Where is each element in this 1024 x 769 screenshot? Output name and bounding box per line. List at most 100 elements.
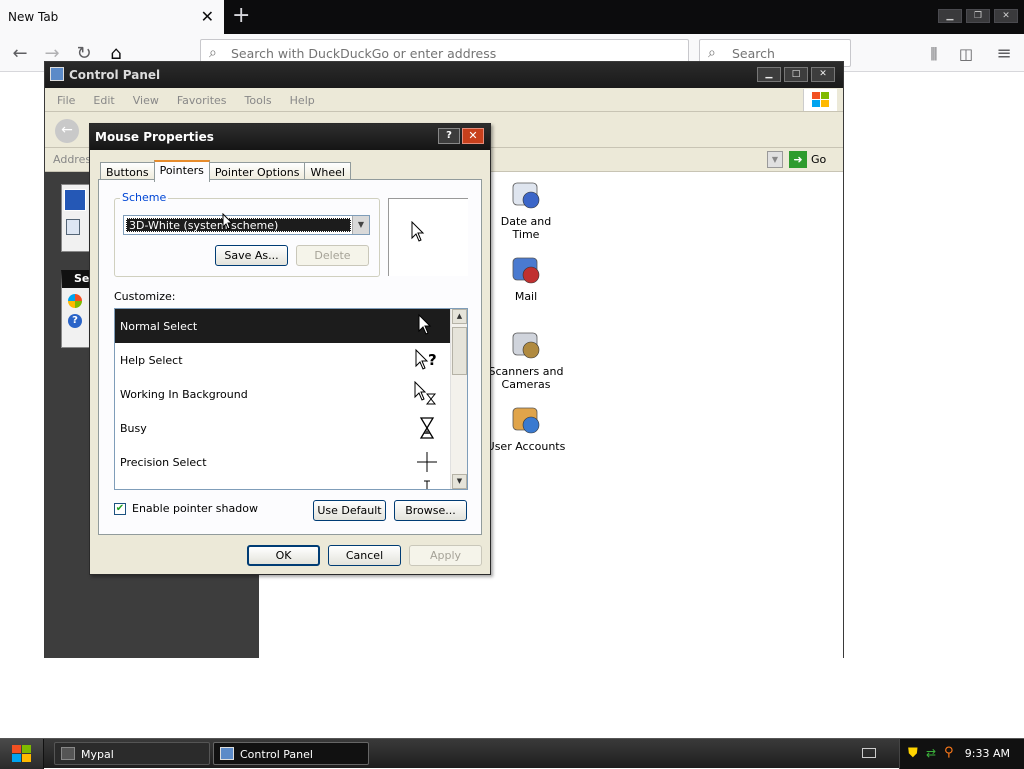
control-panel-item-label: Date and Time <box>500 215 552 241</box>
address-dropdown-icon[interactable]: ▼ <box>767 151 783 168</box>
menu-edit[interactable]: Edit <box>93 94 114 111</box>
save-as-button[interactable]: Save As... <box>215 245 288 266</box>
scroll-thumb[interactable] <box>452 327 467 375</box>
scheme-select[interactable]: 3D-White (system scheme) ▼ <box>123 215 370 235</box>
menu-tools[interactable]: Tools <box>245 94 272 111</box>
back-icon[interactable]: ← <box>6 40 34 68</box>
cursor-row-precision-select[interactable]: Precision Select <box>115 445 450 479</box>
cursor-row-busy[interactable]: Busy <box>115 411 450 445</box>
mail-icon <box>512 257 540 284</box>
taskbar: Mypal Control Panel ⛊ ⇄ ⚲ 9:33 AM <box>0 738 1024 769</box>
customize-label: Customize: <box>114 290 176 303</box>
control-panel-icon <box>220 747 234 760</box>
control-panel-titlebar[interactable]: Control Panel ▁ □ ✕ <box>45 62 843 88</box>
ok-button[interactable]: OK <box>247 545 320 566</box>
cursor-row-partial <box>115 479 450 489</box>
windows-logo-icon <box>803 89 837 111</box>
new-tab-icon[interactable]: + <box>232 3 250 28</box>
system-tray: ⛊ ⇄ ⚲ 9:33 AM <box>899 739 1024 769</box>
help-icon[interactable]: ? <box>68 314 82 328</box>
menu-view[interactable]: View <box>133 94 159 111</box>
working-background-cursor-icon <box>414 381 437 405</box>
pointer-shadow-checkbox[interactable]: ✔ <box>114 502 126 515</box>
hourglass-icon <box>419 417 435 439</box>
taskbar-item-mypal[interactable]: Mypal <box>54 742 210 765</box>
search-icon: ⌕ <box>209 45 217 61</box>
cancel-button[interactable]: Cancel <box>328 545 401 566</box>
control-panel-item[interactable]: Mail <box>486 253 566 303</box>
cursor-row-working-in-background[interactable]: Working In Background <box>115 377 450 411</box>
go-label: Go <box>811 153 827 166</box>
tab-pointers[interactable]: Pointers <box>153 160 210 182</box>
mouse-properties-titlebar[interactable]: Mouse Properties ? ✕ <box>90 124 490 150</box>
see-also-header: Se <box>74 272 90 285</box>
close-icon[interactable]: ✕ <box>462 128 484 144</box>
minimize-icon[interactable]: ▁ <box>757 67 781 82</box>
pointer-shadow-label: Enable pointer shadow <box>132 502 258 515</box>
taskbar-item-control-panel[interactable]: Control Panel <box>213 742 369 765</box>
keyboard-tray-icon[interactable] <box>862 748 876 758</box>
cursor-list: Normal Select Help Select ? Working In B… <box>114 308 468 490</box>
network-icon[interactable]: ⇄ <box>926 746 936 760</box>
control-panel-item-label: Mail <box>514 290 538 303</box>
cursor-row-label: Normal Select <box>120 320 198 333</box>
scroll-down-icon[interactable]: ▼ <box>452 474 467 489</box>
delete-button[interactable]: Delete <box>296 245 369 266</box>
scanners-cameras-icon <box>512 332 540 359</box>
help-icon[interactable]: ? <box>438 128 460 144</box>
task-pane-box <box>61 184 91 252</box>
help-cursor-icon: ? <box>415 348 437 370</box>
windows-logo-icon <box>12 745 31 762</box>
svg-text:?: ? <box>428 351 437 369</box>
control-panel-item[interactable]: Scanners and Cameras <box>486 328 566 391</box>
scheme-value: 3D-White (system scheme) <box>126 218 351 232</box>
arrow-cursor-icon <box>411 221 425 242</box>
mouse-pointer-icon <box>222 213 234 230</box>
go-button[interactable]: ➜ Go <box>789 151 826 168</box>
menu-file[interactable]: File <box>57 94 75 111</box>
taskbar-item-label: Mypal <box>81 748 114 761</box>
security-shield-icon[interactable]: ⛊ <box>908 746 918 761</box>
control-panel-icon <box>50 67 64 81</box>
cursor-row-label: Help Select <box>120 354 183 367</box>
windows-update-icon[interactable] <box>68 294 82 308</box>
search-tray-icon[interactable]: ⚲ <box>944 745 954 760</box>
browse-button[interactable]: Browse... <box>394 500 467 521</box>
crosshair-icon <box>417 452 437 472</box>
menu-bar: File Edit View Favorites Tools Help <box>45 88 843 112</box>
menu-favorites[interactable]: Favorites <box>177 94 227 111</box>
menu-help[interactable]: Help <box>290 94 315 111</box>
close-tab-icon[interactable]: ✕ <box>201 7 214 26</box>
enable-pointer-shadow[interactable]: ✔ Enable pointer shadow <box>114 502 258 515</box>
browser-tab-title: New Tab <box>8 10 59 24</box>
back-button-icon[interactable]: ← <box>55 119 79 143</box>
use-default-button[interactable]: Use Default <box>313 500 386 521</box>
browser-tab[interactable]: New Tab ✕ <box>0 0 224 34</box>
address-label: Addres <box>53 153 92 166</box>
maximize-icon[interactable]: □ <box>784 67 808 82</box>
apply-button[interactable]: Apply <box>409 545 482 566</box>
sidebar-icon[interactable]: ◫ <box>952 40 980 68</box>
cursor-row-help-select[interactable]: Help Select ? <box>115 343 450 377</box>
pointer-preview <box>388 198 468 276</box>
close-icon[interactable]: ✕ <box>994 9 1018 23</box>
scheme-label: Scheme <box>120 191 169 204</box>
control-panel-item[interactable]: Date and Time <box>486 178 566 241</box>
scroll-up-icon[interactable]: ▲ <box>452 309 467 324</box>
close-icon[interactable]: ✕ <box>811 67 835 82</box>
user-accounts-icon <box>512 407 540 434</box>
minimize-icon[interactable]: ▁ <box>938 9 962 23</box>
cursor-row-normal-select[interactable]: Normal Select <box>115 309 450 343</box>
start-button[interactable] <box>0 739 44 769</box>
restore-icon[interactable]: ❐ <box>966 9 990 23</box>
text-select-icon <box>424 480 430 489</box>
menu-icon[interactable]: ≡ <box>990 40 1018 68</box>
control-panel-title: Control Panel <box>69 68 161 82</box>
control-panel-item-label: Scanners and Cameras <box>488 365 564 391</box>
library-icon[interactable]: ⫼ <box>920 40 948 68</box>
cursor-list-scrollbar[interactable]: ▲ ▼ <box>450 309 467 489</box>
mypal-icon <box>61 747 75 760</box>
control-panel-item-label: User Accounts <box>486 440 566 453</box>
chevron-down-icon[interactable]: ▼ <box>352 216 369 234</box>
control-panel-item[interactable]: User Accounts <box>486 403 566 453</box>
